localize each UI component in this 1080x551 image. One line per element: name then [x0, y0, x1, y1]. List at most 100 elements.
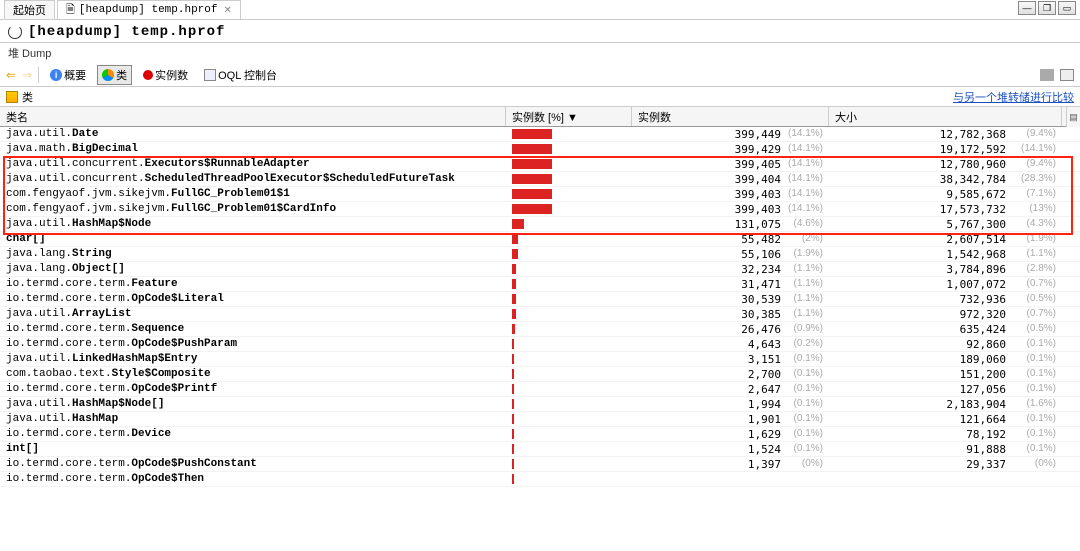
cell-classname: io.termd.core.term.OpCode$PushParam: [0, 338, 506, 350]
cell-classname: java.math.BigDecimal: [0, 143, 506, 155]
table-row[interactable]: io.termd.core.term.Feature31,471(1.1%)1,…: [0, 277, 1080, 292]
table-row[interactable]: java.util.HashMap$Node[]1,994(0.1%)2,183…: [0, 397, 1080, 412]
table-row[interactable]: java.lang.Object[]32,234(1.1%)3,784,896(…: [0, 262, 1080, 277]
cell-size: 189,060(0.1%): [829, 353, 1062, 366]
refresh-icon[interactable]: [8, 25, 22, 39]
back-icon[interactable]: ⇐: [6, 68, 16, 82]
btn-label: 类: [116, 67, 127, 83]
pie-icon: [102, 69, 114, 81]
cell-instances: 1,397(0%): [632, 458, 829, 471]
table-row[interactable]: io.termd.core.term.Device1,629(0.1%)78,1…: [0, 427, 1080, 442]
cell-instances: 31,471(1.1%): [632, 278, 829, 291]
maximize-button[interactable]: ❐: [1038, 1, 1056, 15]
close-icon[interactable]: ✕: [223, 5, 231, 16]
col-instances[interactable]: 实例数: [632, 107, 829, 126]
table-row[interactable]: java.util.LinkedHashMap$Entry3,151(0.1%)…: [0, 352, 1080, 367]
tab-label: [heapdump] temp.hprof: [79, 4, 218, 16]
cell-size: 972,320(0.7%): [829, 308, 1062, 321]
histogram-bar: [512, 159, 552, 169]
cell-instances: 399,405(14.1%): [632, 158, 829, 171]
cell-size: 121,664(0.1%): [829, 413, 1062, 426]
cell-pct-bar: [506, 144, 632, 154]
histogram-bar: [512, 324, 515, 334]
cell-classname: io.termd.core.term.OpCode$Printf: [0, 383, 506, 395]
cell-instances: 2,647(0.1%): [632, 383, 829, 396]
cell-pct-bar: [506, 249, 632, 259]
col-label: 实例数 [%] ▼: [512, 109, 578, 125]
cell-classname: io.termd.core.term.OpCode$Literal: [0, 293, 506, 305]
table-row[interactable]: char[]55,482(2%)2,607,514(1.9%): [0, 232, 1080, 247]
cell-size: 91,888(0.1%): [829, 443, 1062, 456]
cell-classname: io.termd.core.term.Sequence: [0, 323, 506, 335]
cell-size: 29,337(0%): [829, 458, 1062, 471]
table-row[interactable]: io.termd.core.term.OpCode$Literal30,539(…: [0, 292, 1080, 307]
histogram-bar: [512, 294, 516, 304]
tool-icon-a[interactable]: [1040, 69, 1054, 81]
cell-pct-bar: [506, 189, 632, 199]
table-row[interactable]: java.util.HashMap1,901(0.1%)121,664(0.1%…: [0, 412, 1080, 427]
cell-instances: 131,075(4.6%): [632, 218, 829, 231]
cell-instances: 1,901(0.1%): [632, 413, 829, 426]
table-row[interactable]: io.termd.core.term.Sequence26,476(0.9%)6…: [0, 322, 1080, 337]
table-row[interactable]: io.termd.core.term.OpCode$PushConstant 1,…: [0, 457, 1080, 472]
cell-pct-bar: [506, 399, 632, 409]
cell-classname: io.termd.core.term.OpCode$PushConstant: [0, 458, 506, 470]
table-row[interactable]: io.termd.core.term.OpCode$Then: [0, 472, 1080, 487]
histogram-bar: [512, 414, 514, 424]
cell-instances: 32,234(1.1%): [632, 263, 829, 276]
cell-size: 732,936(0.5%): [829, 293, 1062, 306]
cell-instances: 30,385(1.1%): [632, 308, 829, 321]
col-label: 大小: [835, 109, 857, 125]
table-row[interactable]: java.math.BigDecimal399,429(14.1%)19,172…: [0, 142, 1080, 157]
instances-button[interactable]: 实例数: [138, 65, 193, 85]
table-row[interactable]: java.lang.String55,106(1.9%)1,542,968(1.…: [0, 247, 1080, 262]
table-row[interactable]: java.util.Date399,449(14.1%)12,782,368(9…: [0, 127, 1080, 142]
oql-button[interactable]: OQL 控制台: [199, 65, 282, 85]
cell-size: 12,782,368(9.4%): [829, 128, 1062, 141]
table-row[interactable]: java.util.concurrent.ScheduledThreadPool…: [0, 172, 1080, 187]
red-dot-icon: [143, 70, 153, 80]
col-name[interactable]: 类名: [0, 107, 506, 126]
forward-icon[interactable]: ⇒: [22, 68, 32, 82]
table-row[interactable]: io.termd.core.term.OpCode$Printf 2,647(0.…: [0, 382, 1080, 397]
cell-classname: int[]: [0, 443, 506, 455]
col-pct[interactable]: 实例数 [%] ▼: [506, 107, 632, 126]
table-row[interactable]: com.fengyaof.jvm.sikejvm.FullGC_Problem0…: [0, 202, 1080, 217]
tool-icon-b[interactable]: [1060, 69, 1074, 81]
cell-size: 2,607,514(1.9%): [829, 233, 1062, 246]
cell-classname: java.util.concurrent.ScheduledThreadPool…: [0, 173, 506, 185]
col-size[interactable]: 大小: [829, 107, 1062, 126]
btn-label: 实例数: [155, 67, 188, 83]
cell-size: 92,860(0.1%): [829, 338, 1062, 351]
restore-button[interactable]: ▭: [1058, 1, 1076, 15]
overview-button[interactable]: i概要: [45, 65, 91, 85]
minimize-button[interactable]: —: [1018, 1, 1036, 15]
cell-size: 1,542,968(1.1%): [829, 248, 1062, 261]
separator: [38, 67, 39, 83]
table-row[interactable]: io.termd.core.term.OpCode$PushParam4,643…: [0, 337, 1080, 352]
table-row[interactable]: java.util.HashMap$Node131,075(4.6%)5,767…: [0, 217, 1080, 232]
tab-heapdump[interactable]: 🗎 [heapdump] temp.hprof ✕: [57, 0, 241, 19]
cell-instances: 399,404(14.1%): [632, 173, 829, 186]
table-row[interactable]: java.util.concurrent.Executors$RunnableA…: [0, 157, 1080, 172]
table-row[interactable]: com.fengyaof.jvm.sikejvm.FullGC_Problem0…: [0, 187, 1080, 202]
cell-instances: 3,151(0.1%): [632, 353, 829, 366]
cell-classname: com.fengyaof.jvm.sikejvm.FullGC_Problem0…: [0, 188, 506, 200]
classes-button[interactable]: 类: [97, 65, 132, 85]
table-row[interactable]: com.taobao.text.Style$Composite2,700(0.1…: [0, 367, 1080, 382]
histogram-bar: [512, 384, 514, 394]
cell-instances: 399,403(14.1%): [632, 203, 829, 216]
cell-size: 17,573,732(13%): [829, 203, 1062, 216]
class-header: 类 与另一个堆转储进行比较: [0, 87, 1080, 107]
compare-link[interactable]: 与另一个堆转储进行比较: [953, 89, 1074, 105]
table-row[interactable]: java.util.ArrayList30,385(1.1%)972,320(0…: [0, 307, 1080, 322]
cell-pct-bar: [506, 459, 632, 469]
histogram-bar: [512, 279, 516, 289]
column-menu-icon[interactable]: ▤: [1066, 107, 1080, 127]
cell-instances: 399,403(14.1%): [632, 188, 829, 201]
cell-pct-bar: [506, 414, 632, 424]
cell-instances: 399,449(14.1%): [632, 128, 829, 141]
table-row[interactable]: int[] 1,524(0.1%)91,888(0.1%): [0, 442, 1080, 457]
tab-start[interactable]: 起始页: [4, 0, 55, 19]
cell-instances: 1,524(0.1%): [632, 443, 829, 456]
